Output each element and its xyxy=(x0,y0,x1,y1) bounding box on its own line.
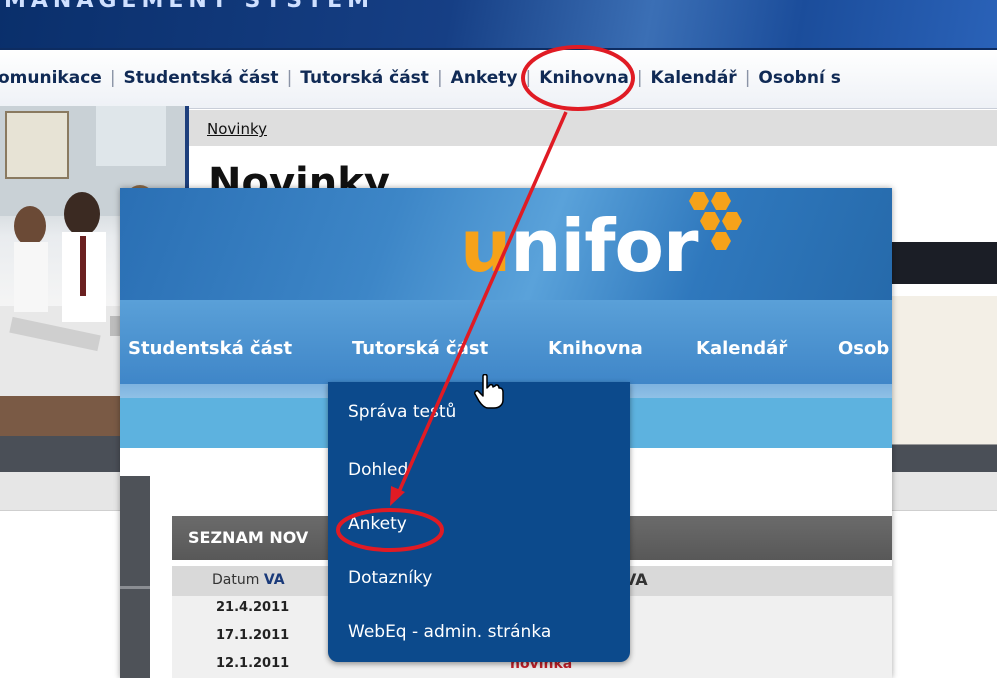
old-nav-item-knihovna[interactable]: Knihovna xyxy=(539,68,629,88)
old-nav-item-komunikace[interactable]: omunikace xyxy=(0,68,102,88)
column-header-datum-label: Datum xyxy=(212,572,260,588)
nav-separator: | xyxy=(636,68,643,88)
old-nav-item-osobni[interactable]: Osobní s xyxy=(758,68,840,88)
nav-separator: | xyxy=(436,68,443,88)
news-date: 21.4.2011 xyxy=(216,600,290,615)
menu-item-webeq-admin[interactable]: WebEq - admin. stránka xyxy=(348,622,551,642)
unifor-window: unifor Studentská část Tutorská část Kni… xyxy=(120,188,892,678)
news-list-title: SEZNAM NOV xyxy=(188,528,309,547)
unifor-header: unifor xyxy=(120,188,892,300)
old-content-box xyxy=(880,296,997,445)
sort-arrows-icon[interactable]: VA xyxy=(264,572,285,588)
old-nav-item-kalendar[interactable]: Kalendář xyxy=(651,68,737,88)
old-black-bar xyxy=(880,242,997,284)
old-main-nav: omunikace | Studentská část | Tutorská část |… xyxy=(0,48,997,109)
menu-item-sprava-testu[interactable]: Správa testů xyxy=(348,402,456,422)
menu-item-dohled[interactable]: Dohled xyxy=(348,460,408,480)
nav-item-tutorska[interactable]: Tutorská část xyxy=(352,338,488,359)
nav-separator: | xyxy=(109,68,116,88)
nav-item-knihovna[interactable]: Knihovna xyxy=(548,338,643,359)
old-brand-text: MANAGEMENT SYSTEM xyxy=(4,0,374,13)
unifor-main-nav: Studentská část Tutorská část Knihovna K… xyxy=(120,300,892,384)
side-tab-divider xyxy=(120,586,150,589)
column-header-datum[interactable]: Datum VA xyxy=(212,572,285,588)
unifor-logo-hexagons-icon xyxy=(689,192,742,250)
logo-rest: nifor xyxy=(510,204,698,288)
news-date: 17.1.2011 xyxy=(216,628,290,643)
tutorska-dropdown-menu: Správa testů Dohled Ankety Dotazníky Web… xyxy=(328,382,630,662)
menu-item-ankety[interactable]: Ankety xyxy=(348,514,407,534)
hand-cursor-icon xyxy=(474,374,504,409)
nav-item-kalendar[interactable]: Kalendář xyxy=(696,338,787,359)
side-tab[interactable] xyxy=(120,476,150,678)
nav-separator: | xyxy=(286,68,293,88)
old-nav-item-tutorska[interactable]: Tutorská část xyxy=(300,68,429,88)
logo-u: u xyxy=(460,204,511,288)
unifor-logo[interactable]: unifor xyxy=(460,204,699,288)
menu-item-dotazniky[interactable]: Dotazníky xyxy=(348,568,432,588)
old-nav-item-ankety[interactable]: Ankety xyxy=(451,68,518,88)
old-header-banner: MANAGEMENT SYSTEM xyxy=(0,0,997,48)
nav-item-studentska[interactable]: Studentská část xyxy=(128,338,292,359)
nav-separator: | xyxy=(525,68,532,88)
breadcrumb: Novinky xyxy=(189,110,997,146)
nav-separator: | xyxy=(744,68,751,88)
breadcrumb-link-novinky[interactable]: Novinky xyxy=(207,120,267,138)
nav-item-osobni[interactable]: Osob xyxy=(838,338,889,359)
news-date: 12.1.2011 xyxy=(216,656,290,671)
old-nav-item-studentska[interactable]: Studentská část xyxy=(124,68,279,88)
